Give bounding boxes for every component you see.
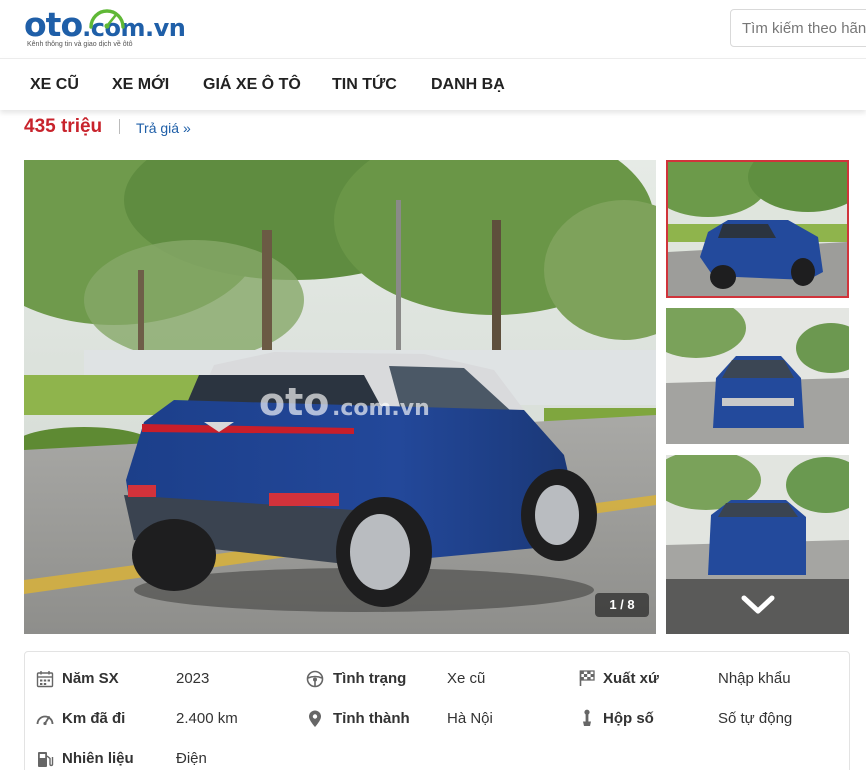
spec-year-value: 2023 — [176, 670, 210, 687]
spec-province-value: Hà Nội — [447, 710, 493, 727]
site-logo[interactable]: oto.com.vn Kênh thông tin và giao dịch v… — [24, 5, 186, 52]
thumbnail-scroll-down-button[interactable] — [666, 579, 849, 634]
main-nav: XE CŨ XE MỚI GIÁ XE Ô TÔ TIN TỨC DANH BẠ — [0, 58, 866, 110]
logo-tagline: Kênh thông tin và giao dịch về ôtô — [27, 41, 133, 48]
svg-text:oto: oto — [259, 380, 329, 424]
steering-wheel-icon — [306, 670, 324, 688]
nav-item-directory[interactable]: DANH BẠ — [431, 59, 505, 110]
spec-transmission-value: Số tự động — [718, 710, 793, 727]
logo-text-main: oto — [24, 5, 83, 44]
nav-item-car-prices[interactable]: GIÁ XE Ô TÔ — [203, 59, 301, 110]
spec-mileage-value: 2.400 km — [176, 710, 238, 727]
spec-fuel-label: Nhiên liệu — [62, 750, 134, 767]
thumbnail-2[interactable] — [666, 308, 849, 444]
nav-item-news[interactable]: TIN TỨC — [332, 59, 397, 110]
calendar-icon — [36, 671, 54, 688]
spec-mileage-label: Km đã đi — [62, 710, 126, 727]
car-photo-illustration: oto .com.vn — [24, 160, 656, 634]
main-car-photo[interactable]: oto .com.vn — [24, 160, 656, 634]
spec-condition-value: Xe cũ — [447, 670, 486, 687]
location-pin-icon — [309, 710, 321, 727]
spec-year-label: Năm SX — [62, 670, 119, 687]
spec-origin-value: Nhập khẩu — [718, 670, 791, 687]
spec-fuel-value: Điện — [176, 750, 207, 767]
site-header: oto.com.vn Kênh thông tin và giao dịch v… — [0, 0, 866, 58]
flag-icon — [579, 670, 595, 686]
thumbnail-2-image — [666, 308, 849, 444]
search-input[interactable] — [731, 10, 866, 46]
spec-condition-label: Tình trạng — [333, 670, 407, 687]
thumbnail-1-image — [668, 162, 847, 296]
thumbnail-1[interactable] — [666, 160, 849, 298]
fuel-pump-icon — [38, 752, 54, 767]
price-divider — [119, 119, 120, 134]
listing-price: 435 triệu — [24, 116, 103, 137]
spec-transmission-label: Hộp số — [603, 710, 654, 727]
specs-panel: Năm SX 2023 Tình trạng Xe cũ Xuất xứ Nhậ… — [24, 651, 850, 770]
chevron-down-icon — [741, 595, 775, 614]
nav-item-used-cars[interactable]: XE CŨ — [30, 59, 79, 110]
photo-counter: 1 / 8 — [595, 593, 649, 617]
spec-province-label: Tỉnh thành — [333, 710, 410, 727]
search-box[interactable] — [730, 9, 866, 47]
svg-text:.com.vn: .com.vn — [332, 396, 430, 421]
nav-item-new-cars[interactable]: XE MỚI — [112, 59, 169, 110]
spec-origin-label: Xuất xứ — [603, 670, 659, 687]
speedometer-icon — [36, 715, 54, 726]
gear-shift-icon — [583, 709, 591, 726]
make-offer-link[interactable]: Trả giá » — [136, 117, 191, 139]
logo-gauge-icon — [89, 9, 125, 29]
